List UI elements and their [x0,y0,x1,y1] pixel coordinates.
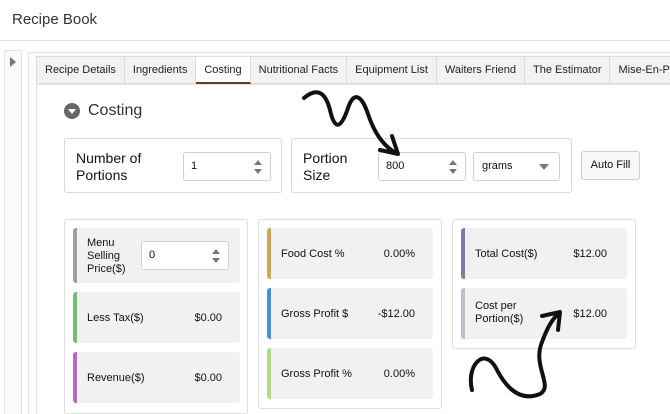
menu-price-value: 0 [149,249,156,261]
portions-value: 1 [191,160,198,172]
portion-size-box: Portion Size 800 grams [291,138,572,193]
portion-size-input[interactable]: 800 [378,152,466,181]
revenue-label: Revenue($) [87,372,145,384]
auto-fill-button[interactable]: Auto Fill [581,151,640,180]
gross-profit-pct-label: Gross Profit % [281,368,352,380]
tab-recipe-details[interactable]: Recipe Details [36,56,125,84]
total-cost-label: Total Cost($) [475,248,538,260]
food-cost-value: 0.00% [383,248,415,260]
menu-price-metric: Menu Selling Price($) 0 [73,228,240,283]
unit-select[interactable]: grams [473,152,560,181]
cost-per-portion-metric: Cost per Portion($) $12.00 [461,288,627,339]
spinner-icon[interactable] [212,249,220,263]
sidebar-toggle[interactable] [4,50,22,414]
tab-equipment-list[interactable]: Equipment List [347,56,437,84]
less-tax-metric: Less Tax($) $0.00 [73,292,240,343]
caret-down-icon [539,164,549,170]
section-header[interactable]: Costing [64,102,142,120]
gross-profit-pct-metric: Gross Profit % 0.00% [267,348,433,399]
portion-size-label: Portion Size [303,150,348,183]
portions-input[interactable]: 1 [183,152,271,181]
tab-costing[interactable]: Costing [196,56,251,84]
unit-value: grams [482,160,513,172]
gross-profit-label: Gross Profit $ [281,308,349,320]
food-cost-label: Food Cost % [281,248,345,260]
total-cost-metric: Total Cost($) $12.00 [461,228,627,279]
gross-profit-metric: Gross Profit $ -$12.00 [267,288,433,339]
tab-bar: Recipe Details Ingredients Costing Nutri… [36,56,670,84]
menu-price-label: Menu Selling Price($) [87,237,126,275]
menu-price-input[interactable]: 0 [141,241,229,270]
spinner-icon[interactable] [449,160,457,174]
title-divider [0,40,670,41]
section-title: Costing [88,102,143,119]
cost-per-portion-value: $12.00 [573,308,607,320]
food-cost-metric: Food Cost % 0.00% [267,228,433,279]
revenue-metric: Revenue($) $0.00 [73,352,240,403]
spinner-icon[interactable] [254,160,262,174]
gross-profit-pct-value: 0.00% [383,368,415,380]
chevron-down-icon[interactable] [64,103,80,119]
less-tax-label: Less Tax($) [87,312,144,324]
portion-size-value: 800 [386,160,405,172]
portions-label: Number of Portions [76,150,142,183]
tab-waiters-friend[interactable]: Waiters Friend [436,56,526,84]
tab-the-estimator[interactable]: The Estimator [525,56,611,84]
gross-profit-value: -$12.00 [377,308,415,320]
tab-mise-en-place[interactable]: Mise-En-Pla [610,56,670,84]
total-cost-value: $12.00 [573,248,607,260]
tab-nutritional-facts[interactable]: Nutritional Facts [250,56,348,84]
cost-per-portion-label: Cost per Portion($) [475,300,524,325]
app-title: Recipe Book [12,11,98,28]
chevron-right-icon [10,57,16,67]
revenue-value: $0.00 [194,372,222,384]
less-tax-value: $0.00 [194,312,222,324]
tab-ingredients[interactable]: Ingredients [124,56,197,84]
portions-box: Number of Portions 1 [64,138,282,193]
